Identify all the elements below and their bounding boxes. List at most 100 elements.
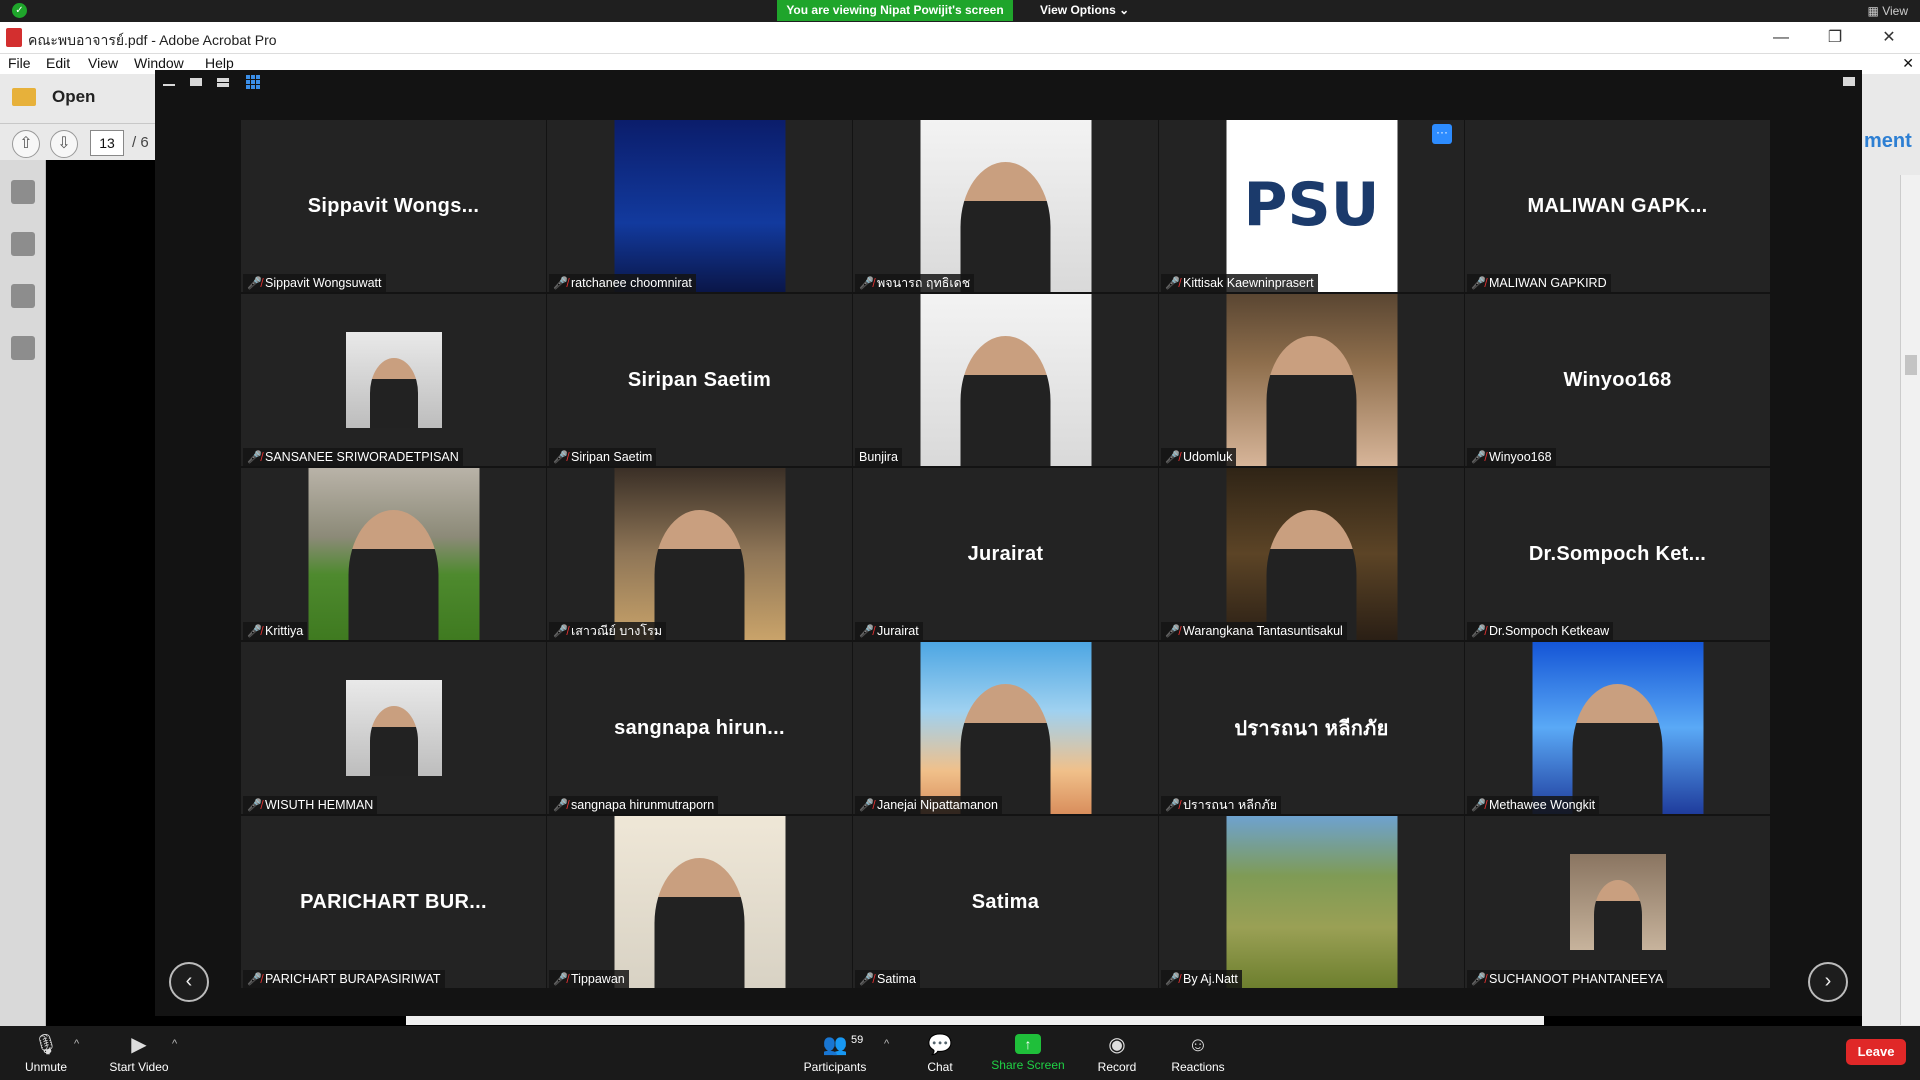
close-doc-icon[interactable]: ✕ bbox=[1902, 55, 1914, 72]
participant-name: Janejai Nipattamanon bbox=[877, 798, 998, 812]
participants-icon: 👥 bbox=[822, 1034, 848, 1056]
video-off-icon: ▶ bbox=[131, 1034, 147, 1056]
mic-muted-icon: 🎤̸ bbox=[1165, 624, 1180, 638]
signature-icon[interactable] bbox=[11, 336, 35, 360]
participant-tile[interactable]: 🎤̸ Janejai Nipattamanon bbox=[853, 642, 1158, 814]
participant-tile[interactable]: 🎤̸ Tippawan bbox=[547, 816, 852, 988]
participant-tile[interactable]: Jurairat 🎤̸ Jurairat bbox=[853, 468, 1158, 640]
participant-tile[interactable]: MALIWAN GAPK... 🎤̸ MALIWAN GAPKIRD bbox=[1465, 120, 1770, 292]
minimize-icon[interactable] bbox=[163, 84, 175, 86]
participant-name: sangnapa hirunmutraporn bbox=[571, 798, 715, 812]
participant-name-label: 🎤̸ ปรารถนา หลีกภัย bbox=[1161, 796, 1282, 814]
mic-muted-icon: 🎤̸ bbox=[859, 972, 874, 986]
participant-tile[interactable]: PSU 🎤̸ Kittisak Kaewninprasert ··· bbox=[1159, 120, 1464, 292]
gallery-grid-icon[interactable] bbox=[246, 75, 260, 89]
participant-tile[interactable]: 🎤̸ SANSANEE SRIWORADETPISAN bbox=[241, 294, 546, 466]
participant-count: 59 bbox=[851, 1034, 864, 1046]
participant-tile[interactable]: Sippavit Wongs... 🎤̸ Sippavit Wongsuwatt bbox=[241, 120, 546, 292]
participant-tile[interactable]: 🎤̸ SUCHANOOT PHANTANEEYA bbox=[1465, 816, 1770, 988]
prev-page-icon[interactable]: ‹ bbox=[169, 962, 209, 1002]
participant-name-label: 🎤̸ Warangkana Tantasuntisakul bbox=[1161, 622, 1347, 640]
mic-muted-icon: 🎤̸ bbox=[553, 798, 568, 812]
participant-tile[interactable]: 🎤̸ By Aj.Natt bbox=[1159, 816, 1464, 988]
participant-tile[interactable]: 🎤̸ Methawee Wongkit bbox=[1465, 642, 1770, 814]
participant-tile[interactable]: 🎤̸ เสาวณีย์ บางโรม bbox=[547, 468, 852, 640]
participant-tile[interactable]: ปรารถนา หลีกภัย 🎤̸ ปรารถนา หลีกภัย bbox=[1159, 642, 1464, 814]
menu-file[interactable]: File bbox=[8, 55, 31, 71]
participant-name-label: 🎤̸ Siripan Saetim bbox=[549, 448, 657, 466]
participant-tile[interactable]: Dr.Sompoch Ket... 🎤̸ Dr.Sompoch Ketkeaw bbox=[1465, 468, 1770, 640]
person-silhouette bbox=[960, 162, 1051, 292]
pages-icon[interactable] bbox=[11, 180, 35, 204]
open-label: Open bbox=[52, 87, 96, 106]
unmute-button[interactable]: 🎙 Unmute bbox=[18, 1026, 74, 1080]
participant-tile[interactable]: 🎤̸ WISUTH HEMMAN bbox=[241, 642, 546, 814]
restore-button[interactable]: ❐ bbox=[1820, 26, 1850, 50]
participant-tile[interactable]: 🎤̸ Krittiya bbox=[241, 468, 546, 640]
participant-tile[interactable]: Bunjira bbox=[853, 294, 1158, 466]
participant-name: Kittisak Kaewninprasert bbox=[1183, 276, 1314, 290]
leave-button[interactable]: Leave bbox=[1846, 1039, 1906, 1065]
participant-display-name: Dr.Sompoch Ket... bbox=[1528, 542, 1707, 565]
participant-tile[interactable]: 🎤̸ Udomluk bbox=[1159, 294, 1464, 466]
mic-muted-icon: 🎤̸ bbox=[247, 276, 262, 290]
menu-view[interactable]: View bbox=[88, 55, 118, 71]
participant-video bbox=[920, 642, 1091, 814]
exit-fullscreen-icon[interactable] bbox=[1843, 77, 1855, 86]
unmute-label: Unmute bbox=[24, 1060, 68, 1074]
participant-tile[interactable]: Winyoo168 🎤̸ Winyoo168 bbox=[1465, 294, 1770, 466]
vertical-scrollbar[interactable] bbox=[1900, 175, 1920, 1025]
close-window-button[interactable]: ✕ bbox=[1874, 26, 1904, 50]
participant-video bbox=[1569, 854, 1666, 950]
participant-tile[interactable]: 🎤̸ พจนารถ ฤทธิเดช bbox=[853, 120, 1158, 292]
person-silhouette bbox=[1572, 684, 1663, 814]
attachment-icon[interactable] bbox=[11, 284, 35, 308]
participant-tile[interactable]: Siripan Saetim 🎤̸ Siripan Saetim bbox=[547, 294, 852, 466]
participant-video bbox=[345, 680, 442, 776]
participants-caret[interactable]: ^ bbox=[884, 1038, 889, 1050]
participant-tile[interactable]: PARICHART BUR... 🎤̸ PARICHART BURAPASIRIWA… bbox=[241, 816, 546, 988]
record-label: Record bbox=[1097, 1060, 1137, 1074]
person-silhouette bbox=[654, 858, 745, 988]
pdf-icon bbox=[6, 28, 22, 47]
participant-tile[interactable]: 🎤̸ Warangkana Tantasuntisakul bbox=[1159, 468, 1464, 640]
participant-name: MALIWAN GAPKIRD bbox=[1489, 276, 1607, 290]
reactions-button[interactable]: ☺ Reactions bbox=[1168, 1026, 1228, 1080]
mic-muted-icon: 🎤̸ bbox=[553, 624, 568, 638]
mic-muted-icon: 🎤̸ bbox=[1471, 972, 1486, 986]
participant-name-label: 🎤̸ เสาวณีย์ บางโรม bbox=[549, 622, 667, 640]
strip-view-icon[interactable] bbox=[217, 78, 229, 87]
menu-help[interactable]: Help bbox=[205, 55, 234, 71]
participant-tile[interactable]: Satima 🎤̸ Satima bbox=[853, 816, 1158, 988]
mic-muted-icon: 🎤̸ bbox=[247, 450, 262, 464]
scroll-thumb[interactable] bbox=[1905, 355, 1917, 375]
page-number-input[interactable]: 13 bbox=[90, 130, 124, 156]
participant-tile[interactable]: sangnapa hirun... 🎤̸ sangnapa hirunmutrapo… bbox=[547, 642, 852, 814]
bookmark-icon[interactable] bbox=[11, 232, 35, 256]
next-page-icon[interactable]: › bbox=[1808, 962, 1848, 1002]
chat-button[interactable]: 💬 Chat bbox=[920, 1026, 960, 1080]
participant-name: Dr.Sompoch Ketkeaw bbox=[1489, 624, 1610, 638]
view-options-button[interactable]: View Options ⌄ bbox=[1040, 0, 1130, 21]
next-page-button[interactable]: ⇩ bbox=[50, 130, 78, 158]
prev-page-button[interactable]: ⇧ bbox=[12, 130, 40, 158]
mic-muted-icon: 🎤̸ bbox=[1471, 798, 1486, 812]
share-screen-button[interactable]: ↑ Share Screen bbox=[988, 1026, 1068, 1080]
horizontal-scrollbar[interactable] bbox=[406, 1015, 1544, 1025]
menu-edit[interactable]: Edit bbox=[46, 55, 70, 71]
participant-display-name: ปรารถนา หลีกภัย bbox=[1234, 718, 1389, 740]
view-button[interactable]: ▦ View bbox=[1868, 4, 1908, 18]
minimize-button[interactable]: — bbox=[1766, 26, 1796, 50]
start-video-button[interactable]: ▶ Start Video bbox=[104, 1026, 174, 1080]
participant-display-name: Sippavit Wongs... bbox=[307, 194, 480, 217]
menu-window[interactable]: Window bbox=[134, 55, 184, 71]
record-button[interactable]: ◉ Record bbox=[1092, 1026, 1142, 1080]
more-options-button[interactable]: ··· bbox=[1432, 124, 1452, 144]
participant-tile[interactable]: 🎤̸ ratchanee choomnirat bbox=[547, 120, 852, 292]
open-button[interactable]: Open bbox=[8, 84, 98, 112]
speaker-view-icon[interactable] bbox=[190, 78, 202, 86]
participant-name-label: 🎤̸ Winyoo168 bbox=[1467, 448, 1556, 466]
audio-options-caret[interactable]: ^ bbox=[74, 1038, 79, 1050]
comment-tab-text[interactable]: ment bbox=[1864, 130, 1912, 153]
video-options-caret[interactable]: ^ bbox=[172, 1038, 177, 1050]
